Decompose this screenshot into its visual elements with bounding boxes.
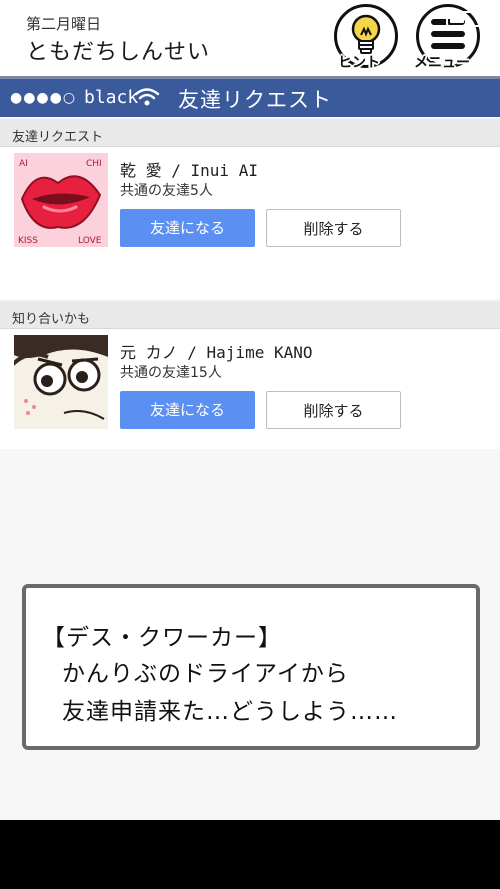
section-header-people-you-may-know: 知り合いかも xyxy=(0,301,500,329)
avatar-inui[interactable]: AI CHI KISS LOVE xyxy=(14,153,108,247)
friend-name[interactable]: 元 カノ / Hajime KANO xyxy=(120,339,313,363)
friend-request-card: AI CHI KISS LOVE 乾 愛 / Inui AI 共通の友達5人 友… xyxy=(0,147,500,299)
game-title: ともだちしんせい xyxy=(26,40,211,65)
delete-suggestion-button[interactable]: 削除する xyxy=(266,391,401,429)
suggestion-card: 元 カノ / Hajime KANO 共通の友達15人 友達になる 削除する xyxy=(0,329,500,449)
menu-label: メニュー xyxy=(414,55,470,71)
delete-request-button[interactable]: 削除する xyxy=(266,209,401,247)
mutual-friends-count: 共通の友達15人 xyxy=(120,365,222,381)
lips-avatar-icon: AI CHI KISS LOVE xyxy=(14,153,108,247)
bottom-black-bar xyxy=(0,820,500,889)
avatar-text-chi: CHI xyxy=(86,159,102,169)
avatar-text-kiss: KISS xyxy=(18,236,38,246)
friend-name[interactable]: 乾 愛 / Inui AI xyxy=(120,157,258,181)
cartoon-face-avatar-icon xyxy=(14,335,108,429)
chapter-label: 第二月曜日 xyxy=(26,15,102,33)
accept-friend-button[interactable]: 友達になる xyxy=(120,391,255,429)
avatar-text-love: LOVE xyxy=(78,236,102,246)
section-header-friend-requests: 友達リクエスト xyxy=(0,119,500,147)
signal-strength: ●●●●○ xyxy=(10,90,77,106)
avatar-text-ai: AI xyxy=(19,159,28,169)
carrier-name: black xyxy=(84,87,139,108)
battery-icon xyxy=(446,11,486,27)
screen-title: 友達リクエスト xyxy=(178,88,332,112)
dialogue-speaker: 【デス・クワーカー】 xyxy=(42,625,282,651)
status-bar: ●●●●○ black 友達リクエスト xyxy=(0,79,500,117)
dialogue-line-1: かんりぶのドライアイから xyxy=(62,661,349,687)
dialogue-line-2: 友達申請来た…どうしよう…… xyxy=(62,699,398,725)
dialogue-box[interactable]: 【デス・クワーカー】 かんりぶのドライアイから 友達申請来た…どうしよう…… xyxy=(22,584,480,750)
mutual-friends-count: 共通の友達5人 xyxy=(120,183,213,199)
battery-tip xyxy=(487,16,490,22)
hint-label: ヒント xyxy=(338,55,380,71)
wifi-icon xyxy=(134,88,160,106)
accept-friend-button[interactable]: 友達になる xyxy=(120,209,255,247)
avatar-kano[interactable] xyxy=(14,335,108,429)
